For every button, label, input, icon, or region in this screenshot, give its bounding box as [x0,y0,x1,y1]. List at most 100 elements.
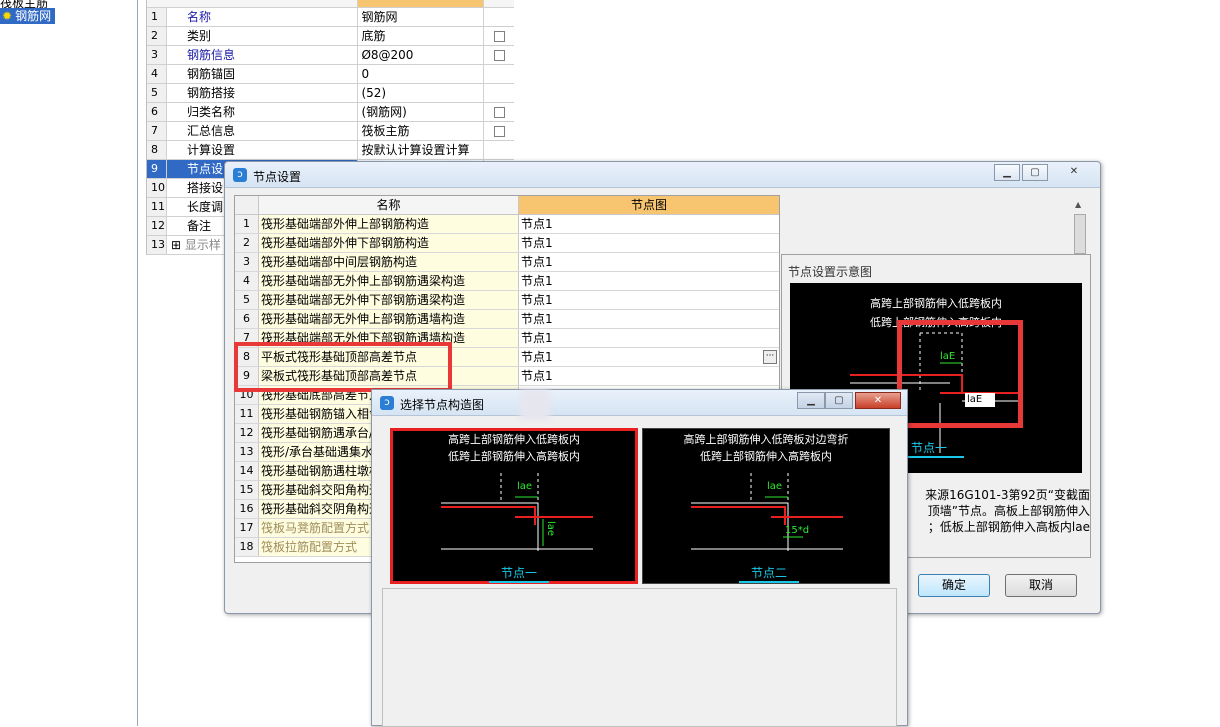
property-name: 类别 [167,27,359,45]
property-row[interactable]: 5 钢筋搭接 (52) [147,84,514,103]
close-button[interactable]: ✕ [1054,164,1094,181]
property-grid-header [147,0,514,8]
ellipsis-button[interactable]: ··· [763,350,777,364]
property-row[interactable]: 8 计算设置 按默认计算设置计算 [147,141,514,160]
property-row[interactable]: 3 钢筋信息 Ø8@200 [147,46,514,65]
grid-row-number: 6 [235,310,259,328]
preview-title: 节点设置示意图 [788,265,873,279]
checkbox[interactable] [493,49,505,61]
property-value[interactable]: Ø8@200 [358,46,485,64]
property-checkbox-cell [484,141,514,159]
scroll-up-icon[interactable]: ▲ [1075,200,1081,209]
property-checkbox-cell [484,103,514,121]
grid-node-value[interactable]: 节点1 ··· [519,348,779,366]
grid-node-value[interactable]: 节点1 [519,310,779,328]
property-row-number: 7 [147,122,167,140]
property-checkbox-cell [484,65,514,83]
property-value[interactable]: (52) [358,84,485,102]
grid-row-number: 15 [235,481,259,499]
minimize-button[interactable]: ▁ [994,164,1020,181]
grid-row-number: 11 [235,405,259,423]
property-row-number: 9 [147,160,167,178]
grid-row-number: 12 [235,424,259,442]
close-button[interactable]: ✕ [855,392,901,409]
grid-node-value[interactable]: 节点1 [519,291,779,309]
grid-row-number: 18 [235,538,259,556]
grid-row-number: 16 [235,500,259,518]
property-value[interactable]: 底筋 [358,27,485,45]
grid-row-number: 14 [235,462,259,480]
node-option-1[interactable]: 高跨上部钢筋伸入低跨板内 低跨上部钢筋伸入高跨板内 lae lae 节点一 [390,428,638,584]
property-value[interactable]: 0 [358,65,485,83]
app-logo-icon: ↄ [380,396,394,410]
property-value[interactable]: 筏板主筋 [358,122,485,140]
property-value[interactable]: 按默认计算设置计算 [358,141,485,159]
col-node-header: 节点图 [519,196,779,214]
scroll-thumb[interactable] [1074,214,1086,254]
grid-node-value-text: 节点1 [521,255,553,269]
property-checkbox-cell [484,122,514,140]
expand-plus-icon[interactable]: ⊞ [171,238,185,252]
grid-row[interactable]: 1 筏形基础端部外伸上部钢筋构造 节点1 [235,215,779,234]
grid-row-number: 4 [235,272,259,290]
ok-button[interactable]: 确定 [918,574,990,597]
option2-label: 节点二 [739,564,799,583]
blurred-text [520,390,550,420]
grid-row-number: 3 [235,253,259,271]
property-name: 名称 [167,8,359,26]
property-row[interactable]: 1 名称 钢筋网 [147,8,514,27]
property-row[interactable]: 6 归类名称 (钢筋网) [147,103,514,122]
property-name-text: 显示样 [184,238,221,252]
property-value[interactable]: 钢筋网 [358,8,485,26]
property-row-number: 10 [147,179,167,197]
property-row-number: 2 [147,27,167,45]
minimize-button[interactable]: ▁ [797,392,825,409]
grid-node-value[interactable]: 节点1 [519,272,779,290]
node-settings-title: 节点设置 [253,170,302,184]
property-checkbox-cell [484,27,514,45]
property-row-number: 11 [147,198,167,216]
property-row[interactable]: 7 汇总信息 筏板主筋 [147,122,514,141]
grid-header: 名称 节点图 [235,196,779,215]
checkbox[interactable] [493,106,505,118]
tree-item-selected[interactable]: ✹ 钢筋网 [0,8,56,24]
checkbox[interactable] [493,30,505,42]
grid-node-value[interactable]: 节点1 [519,367,779,385]
option2-dim: lae [767,481,783,492]
grid-node-value[interactable]: 节点1 [519,329,779,347]
node-settings-titlebar[interactable]: ↄ 节点设置 ▁ ▢ ✕ [225,162,1100,188]
grid-node-value[interactable]: 节点1 [519,253,779,271]
highlight-box-rows [234,342,452,392]
property-name: 钢筋信息 [167,46,359,64]
property-row-number: 5 [147,84,167,102]
grid-row[interactable]: 6 筏形基础端部无外伸上部钢筋遇墙构造 节点1 [235,310,779,329]
grid-node-value-text: 节点1 [521,217,553,231]
property-name: 汇总信息 [167,122,359,140]
checkbox[interactable] [493,125,505,137]
select-node-titlebar[interactable]: ↄ 选择节点构造图 ▁ ▢ ✕ [372,390,907,416]
grid-row-number: 2 [235,234,259,252]
property-row[interactable]: 2 类别 底筋 [147,27,514,46]
grid-node-value[interactable]: 节点1 [519,234,779,252]
grid-node-value-text: 节点1 [521,236,553,250]
property-checkbox-cell [484,8,514,26]
property-row-number: 13 [147,236,167,254]
cancel-button[interactable]: 取消 [1005,574,1077,597]
grid-node-value-text: 节点1 [521,369,553,383]
grid-node-name: 筏形基础端部无外伸下部钢筋遇梁构造 [259,291,519,309]
property-value[interactable]: (钢筋网) [358,103,485,121]
property-row[interactable]: 4 钢筋锚固 0 [147,65,514,84]
grid-row[interactable]: 3 筏形基础端部中间层钢筋构造 节点1 [235,253,779,272]
grid-row[interactable]: 2 筏形基础端部外伸下部钢筋构造 节点1 [235,234,779,253]
property-row-number: 1 [147,8,167,26]
grid-node-value[interactable]: 节点1 [519,215,779,233]
grid-row[interactable]: 5 筏形基础端部无外伸下部钢筋遇梁构造 节点1 [235,291,779,310]
option1-drawing [441,473,593,551]
property-name: 归类名称 [167,103,359,121]
tree-panel: 筏板主筋 ✹ 钢筋网 [0,0,138,726]
node-option-2[interactable]: 高跨上部钢筋伸入低跨板对边弯折 低跨上部钢筋伸入高跨板内 lae 15*d 节点… [642,428,890,584]
maximize-button[interactable]: ▢ [825,392,853,409]
grid-row[interactable]: 4 筏形基础端部无外伸上部钢筋遇梁构造 节点1 [235,272,779,291]
maximize-button[interactable]: ▢ [1022,164,1048,181]
select-node-dialog: ↄ 选择节点构造图 ▁ ▢ ✕ 高跨上部钢筋伸入低跨板内 低跨上部钢筋伸入高跨板… [371,389,908,727]
